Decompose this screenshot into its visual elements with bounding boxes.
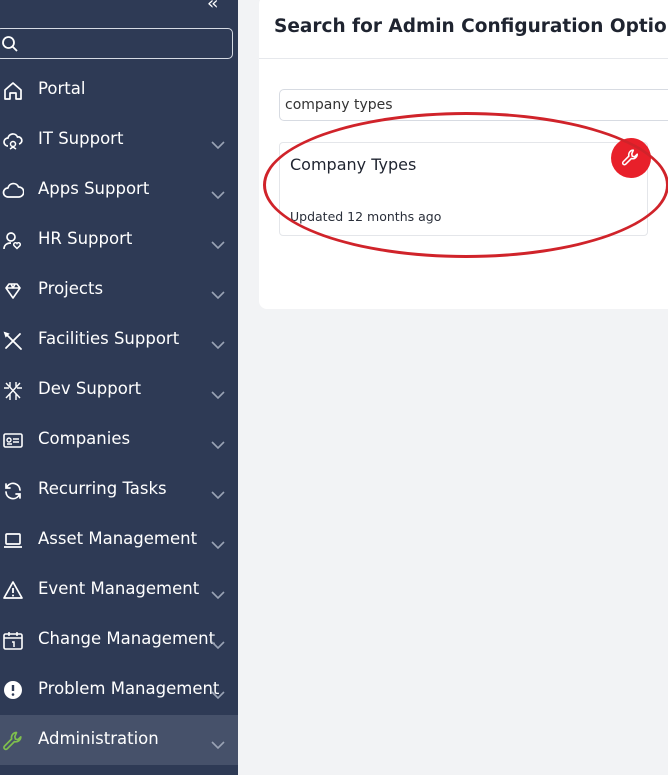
sidebar-nav: Portal IT Support Apps Support HR Support Pr… xyxy=(0,65,238,765)
sidebar-item-event-management[interactable]: Event Management xyxy=(0,565,238,615)
sidebar-item-projects[interactable]: Projects xyxy=(0,265,238,315)
search-icon xyxy=(1,35,19,57)
chevron-down-icon[interactable] xyxy=(211,285,225,300)
cloud-support-icon xyxy=(2,130,24,150)
sidebar-item-label: Dev Support xyxy=(38,379,142,398)
sidebar-item-dev-support[interactable]: Dev Support xyxy=(0,365,238,415)
chevron-down-icon[interactable] xyxy=(211,635,225,650)
chevron-down-icon[interactable] xyxy=(211,385,225,400)
chevron-down-icon[interactable] xyxy=(211,435,225,450)
sidebar-item-apps-support[interactable]: Apps Support xyxy=(0,165,238,215)
sidebar-item-label: Administration xyxy=(38,729,159,748)
sidebar-item-label: Portal xyxy=(38,79,86,98)
wrench-icon xyxy=(611,138,651,178)
sidebar-item-label: Projects xyxy=(38,279,104,298)
chevron-down-icon[interactable] xyxy=(211,185,225,200)
id-card-icon xyxy=(2,430,24,450)
cloud-icon xyxy=(2,180,25,200)
admin-search-panel: Search for Admin Configuration Options C… xyxy=(259,0,668,309)
sidebar-item-label: Companies xyxy=(38,429,131,448)
divider xyxy=(259,58,668,59)
alert-circle-icon xyxy=(2,680,24,700)
warning-icon xyxy=(2,580,24,600)
sidebar-item-companies[interactable]: Companies xyxy=(0,415,238,465)
sidebar-item-recurring-tasks[interactable]: Recurring Tasks xyxy=(0,465,238,515)
refresh-icon xyxy=(2,480,24,500)
sidebar-item-label: Facilities Support xyxy=(38,329,180,348)
sidebar-item-label: Change Management xyxy=(38,629,216,648)
sidebar-item-it-support[interactable]: IT Support xyxy=(0,115,238,165)
sidebar-item-facilities-support[interactable]: Facilities Support xyxy=(0,315,238,365)
home-icon xyxy=(2,80,24,100)
result-card[interactable]: Company Types Updated 12 months ago xyxy=(279,142,648,236)
chevron-down-icon[interactable] xyxy=(211,135,225,150)
sidebar-item-label: HR Support xyxy=(38,229,133,248)
chevron-down-icon[interactable] xyxy=(211,685,225,700)
double-chevron-left-icon[interactable]: ‹‹ xyxy=(207,0,219,14)
sidebar-item-label: Asset Management xyxy=(38,529,198,548)
sidebar-item-portal[interactable]: Portal xyxy=(0,65,238,115)
chevron-down-icon[interactable] xyxy=(211,735,225,750)
admin-search-input[interactable] xyxy=(279,89,668,121)
sidebar-item-label: Recurring Tasks xyxy=(38,479,167,498)
sidebar-search-input[interactable] xyxy=(23,33,223,55)
sidebar-item-label: Problem Management xyxy=(38,679,220,698)
user-heart-icon xyxy=(2,230,24,250)
sidebar-item-hr-support[interactable]: HR Support xyxy=(0,215,238,265)
sidebar-item-administration[interactable]: Administration xyxy=(0,715,238,765)
sidebar-item-label: IT Support xyxy=(38,129,124,148)
page-title: Search for Admin Configuration Options xyxy=(274,16,668,37)
chevron-down-icon[interactable] xyxy=(211,335,225,350)
sidebar-item-label: Apps Support xyxy=(38,179,150,198)
tools-icon xyxy=(2,330,24,350)
sidebar-item-change-management[interactable]: Change Management xyxy=(0,615,238,665)
sidebar-item-asset-management[interactable]: Asset Management xyxy=(0,515,238,565)
calendar-icon xyxy=(2,630,24,650)
laptop-icon xyxy=(2,530,24,550)
result-updated-text: Updated 12 months ago xyxy=(290,209,442,224)
chevron-down-icon[interactable] xyxy=(211,535,225,550)
chevron-down-icon[interactable] xyxy=(211,235,225,250)
bug-icon xyxy=(2,380,24,400)
wrench-icon xyxy=(2,730,24,751)
sidebar-item-problem-management[interactable]: Problem Management xyxy=(0,665,238,715)
sidebar-search xyxy=(0,28,233,59)
sidebar: ‹‹ Portal IT Support Apps Support HR Suppor… xyxy=(0,0,238,775)
chevron-down-icon[interactable] xyxy=(211,585,225,600)
result-title: Company Types xyxy=(290,155,417,174)
chevron-down-icon[interactable] xyxy=(211,485,225,500)
diamond-icon xyxy=(2,280,24,300)
sidebar-item-label: Event Management xyxy=(38,579,200,598)
